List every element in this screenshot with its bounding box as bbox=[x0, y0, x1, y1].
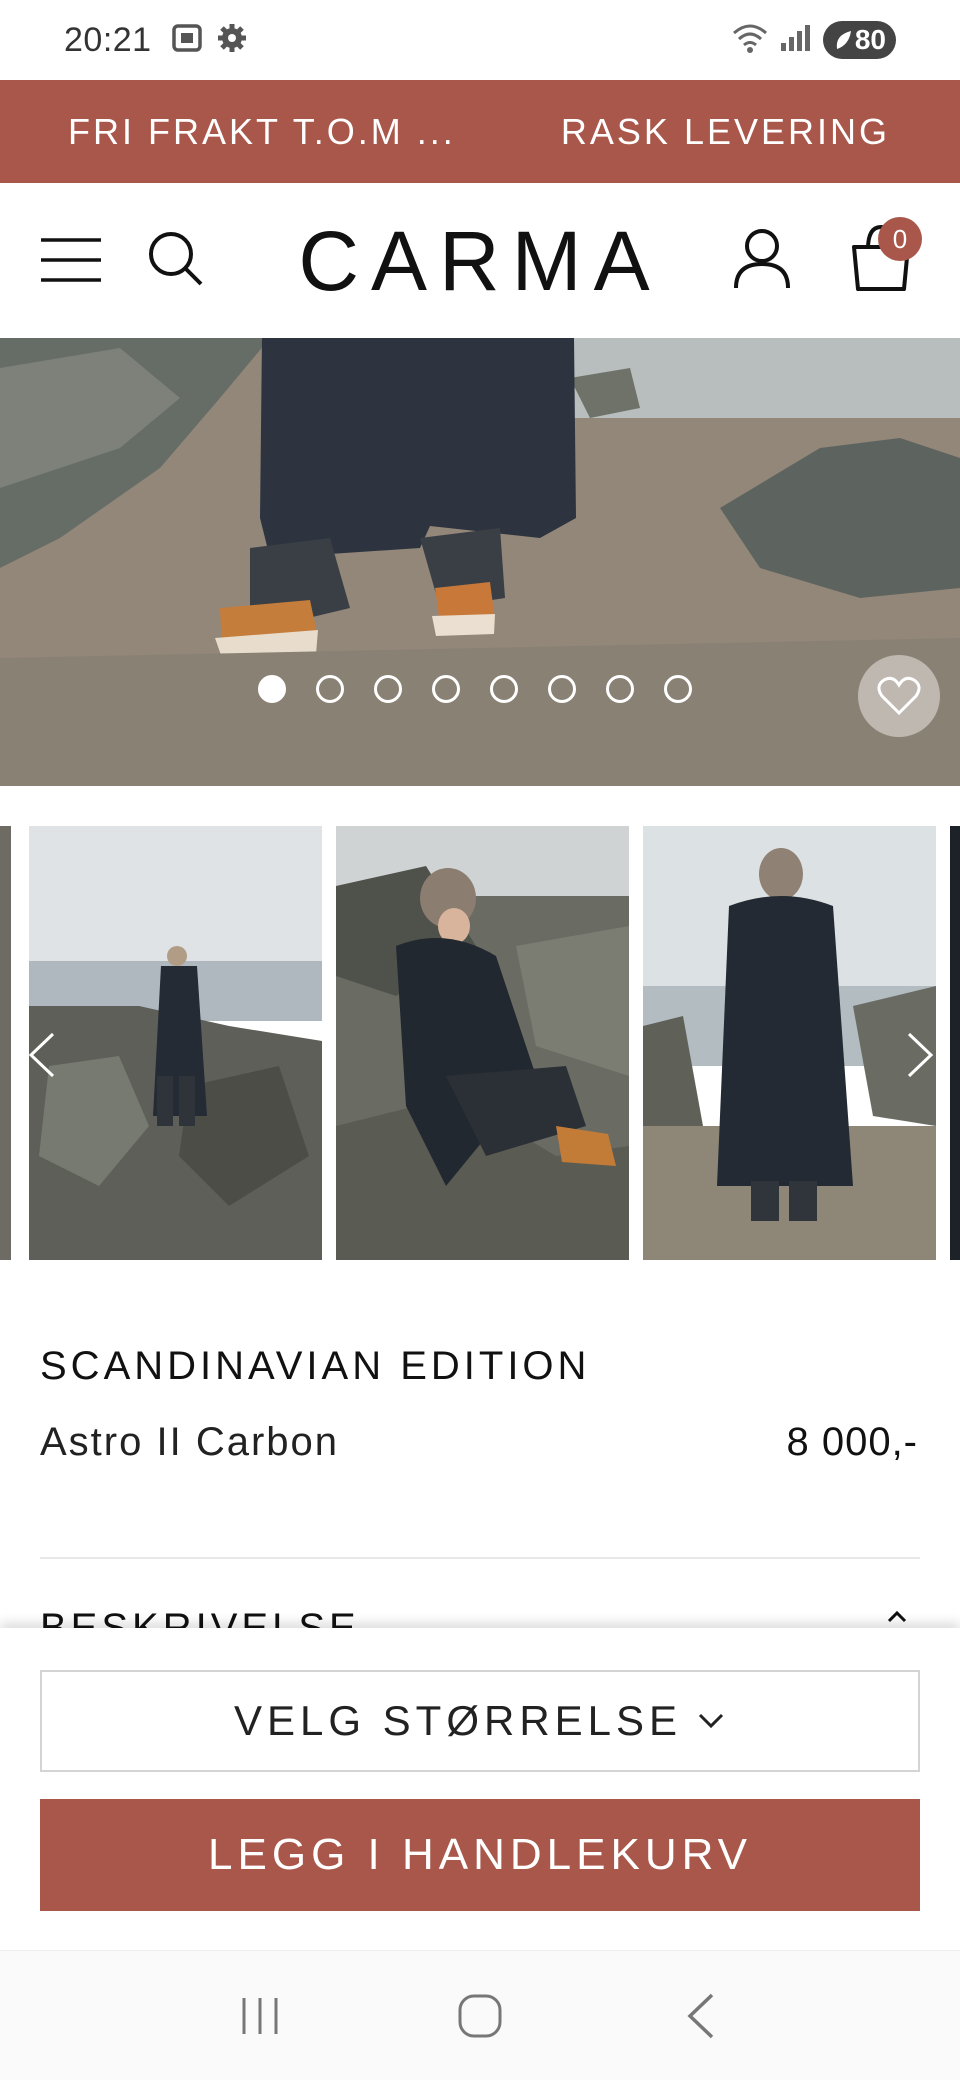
recent-apps-button[interactable] bbox=[220, 1976, 300, 2056]
thumbnail-image[interactable] bbox=[643, 826, 936, 1260]
carousel-dot[interactable] bbox=[258, 675, 286, 703]
carousel-dot[interactable] bbox=[316, 675, 344, 703]
purchase-panel: VELG STØRRELSE LEGG I HANDLEKURV bbox=[0, 1628, 960, 1950]
screenshot-icon bbox=[170, 21, 204, 60]
carousel-dot[interactable] bbox=[606, 675, 634, 703]
promo-banner[interactable]: FRI FRAKT T.O.M ... RASK LEVERING bbox=[0, 80, 960, 183]
carousel-dot[interactable] bbox=[490, 675, 518, 703]
size-select[interactable]: VELG STØRRELSE bbox=[40, 1670, 920, 1772]
cart-count-badge: 0 bbox=[878, 217, 922, 261]
settings-icon bbox=[216, 22, 248, 59]
promo-free-shipping[interactable]: FRI FRAKT T.O.M ... bbox=[68, 111, 456, 153]
search-icon bbox=[149, 232, 203, 286]
thumbnail-image[interactable] bbox=[0, 826, 11, 1260]
status-bar: 20:21 80 bbox=[0, 0, 960, 80]
favorite-button[interactable] bbox=[858, 655, 940, 737]
chevron-up-icon bbox=[886, 1610, 908, 1629]
search-button[interactable] bbox=[140, 223, 212, 295]
thumbnail-strip bbox=[0, 826, 960, 1260]
thumbnail-image[interactable] bbox=[950, 826, 960, 1260]
divider bbox=[40, 1557, 920, 1559]
system-nav-bar bbox=[0, 1950, 960, 2080]
battery-level: 80 bbox=[854, 24, 886, 55]
hero-photo bbox=[0, 338, 960, 786]
signal-icon bbox=[779, 23, 813, 58]
product-name: Astro II Carbon bbox=[40, 1420, 340, 1464]
status-time: 20:21 bbox=[64, 20, 152, 59]
add-to-cart-button[interactable]: LEGG I HANDLEKURV bbox=[40, 1799, 920, 1911]
chevron-left-icon bbox=[28, 1032, 55, 1078]
user-icon bbox=[734, 229, 790, 289]
menu-button[interactable] bbox=[36, 225, 106, 295]
recent-apps-icon bbox=[242, 1997, 278, 2034]
carousel-dots bbox=[258, 675, 692, 703]
product-brand: SCANDINAVIAN EDITION bbox=[40, 1344, 591, 1388]
thumbnail-prev-button[interactable] bbox=[22, 1020, 62, 1090]
heart-icon bbox=[877, 676, 921, 716]
product-hero-image[interactable] bbox=[0, 338, 960, 786]
promo-fast-delivery[interactable]: RASK LEVERING bbox=[561, 111, 890, 153]
chevron-down-icon bbox=[699, 1713, 724, 1729]
hamburger-icon bbox=[41, 238, 101, 282]
product-price: 8 000,- bbox=[786, 1420, 918, 1464]
battery-icon: 80 bbox=[822, 21, 896, 59]
size-select-label: VELG STØRRELSE bbox=[233, 1697, 683, 1744]
back-icon bbox=[687, 1993, 714, 2038]
home-icon bbox=[458, 1994, 502, 2037]
carousel-dot[interactable] bbox=[374, 675, 402, 703]
site-header: CARMA 0 bbox=[0, 183, 960, 338]
thumbnail-next-button[interactable] bbox=[900, 1020, 940, 1090]
account-button[interactable] bbox=[726, 219, 798, 299]
carousel-dot[interactable] bbox=[432, 675, 460, 703]
wifi-icon bbox=[731, 21, 769, 60]
chevron-right-icon bbox=[907, 1032, 934, 1078]
thumbnail-image[interactable] bbox=[29, 826, 322, 1260]
cart-button[interactable]: 0 bbox=[836, 213, 926, 303]
back-button[interactable] bbox=[660, 1976, 740, 2056]
home-button[interactable] bbox=[440, 1976, 520, 2056]
carousel-dot[interactable] bbox=[664, 675, 692, 703]
site-logo[interactable]: CARMA bbox=[298, 211, 660, 311]
thumbnail-image[interactable] bbox=[336, 826, 629, 1260]
carousel-dot[interactable] bbox=[548, 675, 576, 703]
